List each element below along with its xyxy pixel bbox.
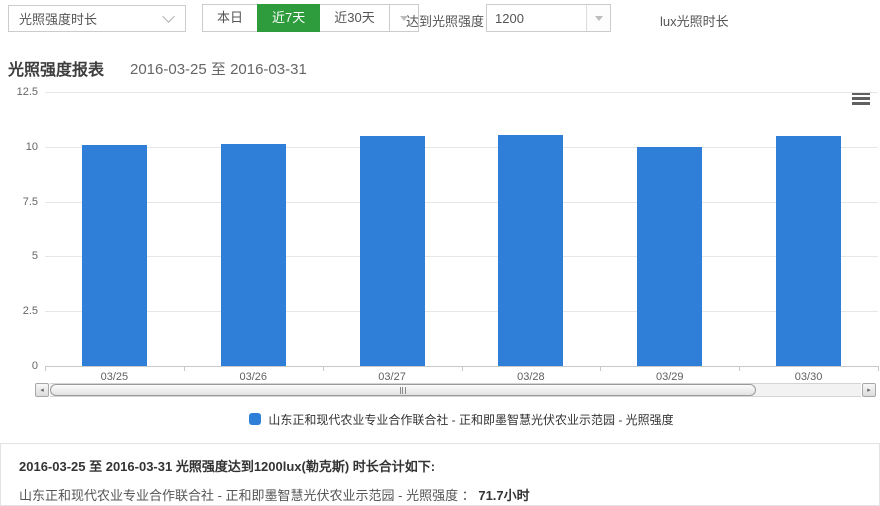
scrollbar-left-button[interactable]: ◂ bbox=[35, 383, 49, 397]
x-axis-label: 03/28 bbox=[462, 371, 601, 383]
x-axis-tick bbox=[600, 366, 601, 371]
y-axis-tick-label: 10 bbox=[0, 141, 38, 153]
chart-scrollbar[interactable]: ◂ ▸ bbox=[35, 383, 876, 397]
y-axis-tick-label: 2.5 bbox=[0, 305, 38, 317]
chevron-down-icon bbox=[162, 10, 175, 23]
chart-legend-item[interactable]: 山东正和现代农业专业合作联合社 - 正和即墨智慧光伏农业示范园 - 光照强度 bbox=[45, 410, 878, 428]
x-axis-label: 03/25 bbox=[45, 371, 184, 383]
y-gridline bbox=[45, 92, 878, 93]
range-button-today[interactable]: 本日 bbox=[202, 4, 258, 32]
x-axis-tick bbox=[462, 366, 463, 371]
bar-chart: 02.557.51012.503/2503/2603/2703/2803/290… bbox=[0, 92, 880, 388]
threshold-label: 达到光照强度 bbox=[406, 11, 484, 30]
combo-dropdown-button[interactable] bbox=[586, 5, 610, 31]
scrollbar-right-button[interactable]: ▸ bbox=[862, 383, 876, 397]
threshold-input[interactable] bbox=[487, 5, 586, 31]
chart-menu-icon[interactable] bbox=[852, 92, 870, 107]
y-axis-tick-label: 7.5 bbox=[0, 196, 38, 208]
y-gridline bbox=[45, 311, 878, 312]
y-axis-tick-label: 5 bbox=[0, 250, 38, 262]
bar-03/26[interactable] bbox=[221, 144, 286, 366]
unit-label: lux光照时长 bbox=[660, 11, 729, 30]
summary-panel: 2016-03-25 至 2016-03-31 光照强度达到1200lux(勒克… bbox=[0, 443, 880, 506]
y-axis-tick-label: 12.5 bbox=[0, 86, 38, 98]
page-title: 光照强度报表 bbox=[8, 56, 104, 80]
y-gridline bbox=[45, 256, 878, 257]
y-gridline bbox=[45, 202, 878, 203]
x-axis-tick bbox=[323, 366, 324, 371]
range-button-last30days[interactable]: 近30天 bbox=[319, 4, 389, 32]
report-type-select[interactable]: 光照强度时长 bbox=[8, 5, 186, 32]
bar-03/29[interactable] bbox=[637, 147, 702, 366]
y-gridline bbox=[45, 147, 878, 148]
summary-title: 2016-03-25 至 2016-03-31 光照强度达到1200lux(勒克… bbox=[19, 456, 861, 475]
bar-03/30[interactable] bbox=[776, 136, 841, 366]
scrollbar-thumb[interactable] bbox=[50, 384, 756, 396]
legend-swatch bbox=[249, 413, 261, 425]
chevron-down-icon bbox=[595, 16, 603, 25]
light-intensity-report-page: 光照强度时长 本日 近7天 近30天 达到光照强度 lux光照时长 光照强度报表… bbox=[0, 0, 880, 506]
x-axis-tick bbox=[45, 366, 46, 371]
range-button-last7days[interactable]: 近7天 bbox=[257, 4, 320, 32]
x-axis-label: 03/26 bbox=[184, 371, 323, 383]
x-axis-label: 03/27 bbox=[323, 371, 462, 383]
date-range-text: 2016-03-25 至 2016-03-31 bbox=[130, 58, 307, 79]
x-axis-label: 03/29 bbox=[600, 371, 739, 383]
report-type-value: 光照强度时长 bbox=[19, 9, 97, 28]
scrollbar-grip-icon bbox=[400, 387, 406, 394]
summary-detail: 山东正和现代农业专业合作联合社 - 正和即墨智慧光伏农业示范园 - 光照强度 ：… bbox=[19, 485, 861, 504]
x-axis-tick bbox=[184, 366, 185, 371]
summary-detail-prefix: 山东正和现代农业专业合作联合社 - 正和即墨智慧光伏农业示范园 - 光照强度 ： bbox=[19, 488, 478, 503]
bar-03/25[interactable] bbox=[82, 145, 147, 366]
x-axis-label: 03/30 bbox=[739, 371, 878, 383]
threshold-combobox[interactable] bbox=[486, 4, 611, 32]
legend-label: 山东正和现代农业专业合作联合社 - 正和即墨智慧光伏农业示范园 - 光照强度 bbox=[268, 411, 673, 428]
x-axis-tick bbox=[878, 366, 879, 371]
x-axis-tick bbox=[739, 366, 740, 371]
bar-03/27[interactable] bbox=[360, 136, 425, 366]
scrollbar-track[interactable] bbox=[50, 383, 861, 397]
bar-03/28[interactable] bbox=[498, 135, 563, 366]
summary-total-value: 71.7小时 bbox=[478, 488, 529, 503]
y-axis-tick-label: 0 bbox=[0, 360, 38, 372]
date-range-button-group: 本日 近7天 近30天 bbox=[202, 4, 419, 32]
